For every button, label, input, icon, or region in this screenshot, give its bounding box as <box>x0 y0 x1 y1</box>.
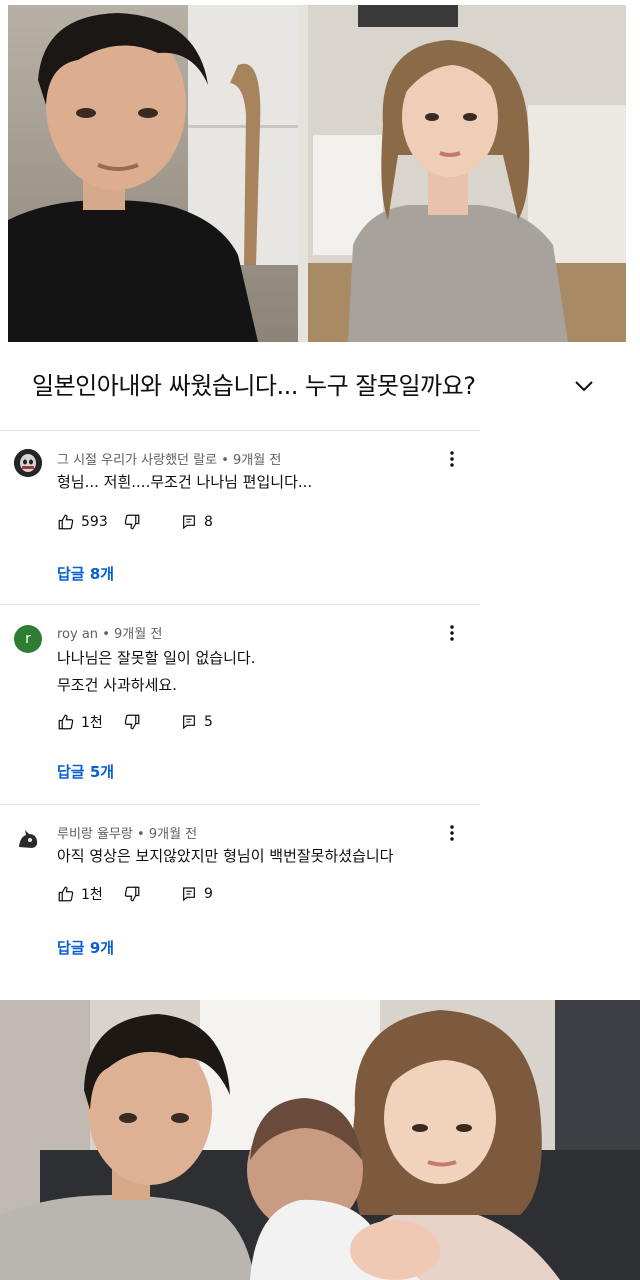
comment-menu-button[interactable] <box>440 447 464 471</box>
meta-separator: • <box>102 627 110 642</box>
comment-text: 아직 영상은 보지않았지만 형님이 백번잘못하셨습니다 <box>57 843 393 870</box>
comment-meta: roy an • 9개월 전 <box>57 623 162 642</box>
comment-line: 무조건 사과하세요. <box>57 676 177 694</box>
comment-actions: 1천 9 <box>57 883 213 905</box>
comment-time: 9개월 전 <box>114 627 163 642</box>
view-replies-link[interactable]: 답글 9개 <box>57 937 114 958</box>
comment-author[interactable]: roy an <box>57 627 98 642</box>
comment-text: 형님... 저흰....무조건 나나님 편입니다... <box>57 469 312 496</box>
comment-line: 형님... 저흰....무조건 나나님 편입니다... <box>57 473 313 491</box>
comment-menu-button[interactable] <box>440 821 464 845</box>
comments-list: 그 시절 우리가 사랑했던 랄로 • 9개월 전 형님... 저흰....무조건… <box>0 430 480 1000</box>
meta-separator: • <box>137 827 145 842</box>
video-scene <box>0 1000 640 1280</box>
like-count: 1천 <box>81 715 103 731</box>
like-count: 1천 <box>81 887 103 903</box>
view-replies-link[interactable]: 답글 8개 <box>57 563 114 584</box>
reply-icon <box>183 715 195 730</box>
thumb-down-icon <box>124 714 140 730</box>
comment-text: 나나님은 잘못할 일이 없습니다. 무조건 사과하세요. <box>57 645 255 699</box>
comment-actions: 593 8 <box>57 511 213 533</box>
chevron-down-icon <box>575 381 593 392</box>
avatar[interactable]: r <box>14 625 42 653</box>
more-vert-icon <box>450 451 454 467</box>
reply-count: 5 <box>204 714 213 730</box>
dislike-button[interactable] <box>123 513 141 531</box>
thumb-down-icon <box>124 886 140 902</box>
dislike-button[interactable] <box>123 713 141 731</box>
reply-count: 9 <box>204 886 213 902</box>
comment-line: 아직 영상은 보지않았지만 형님이 백번잘못하셨습니다 <box>57 847 394 865</box>
view-replies-link[interactable]: 답글 5개 <box>57 761 114 782</box>
like-button[interactable]: 1천 <box>57 712 103 732</box>
thumb-up-icon <box>58 886 74 902</box>
comment-item: r roy an • 9개월 전 나나님은 잘못할 일이 없습니다. 무조건 사… <box>0 604 480 804</box>
like-button[interactable]: 1천 <box>57 884 103 904</box>
comment-actions: 1천 5 <box>57 711 213 733</box>
thumb-down-icon <box>124 514 140 530</box>
avatar-image <box>14 825 42 853</box>
reply-button[interactable]: 9 <box>181 886 213 902</box>
video-title: 일본인아내와 싸웠습니다... 누구 잘못일까요? <box>32 372 476 400</box>
comment-menu-button[interactable] <box>440 621 464 645</box>
comment-author[interactable]: 루비랑 율무랑 <box>57 827 133 842</box>
comment-line: 나나님은 잘못할 일이 없습니다. <box>57 649 256 667</box>
comment-meta: 루비랑 율무랑 • 9개월 전 <box>57 823 197 842</box>
thumb-up-icon <box>58 714 74 730</box>
video-title-row: 일본인아내와 싸웠습니다... 누구 잘못일까요? <box>0 352 640 418</box>
more-vert-icon <box>450 625 454 641</box>
comment-item: 그 시절 우리가 사랑했던 랄로 • 9개월 전 형님... 저흰....무조건… <box>0 430 480 604</box>
reply-icon <box>183 515 195 530</box>
like-button[interactable]: 593 <box>57 513 108 531</box>
meta-separator: • <box>221 453 229 468</box>
video-frame <box>8 5 626 342</box>
thumb-up-icon <box>58 514 74 530</box>
more-vert-icon <box>450 825 454 841</box>
comment-item: 루비랑 율무랑 • 9개월 전 아직 영상은 보지않았지만 형님이 백번잘못하셨… <box>0 804 480 1000</box>
like-count: 593 <box>81 514 108 530</box>
avatar-letter: r <box>25 631 31 647</box>
expand-description-button[interactable] <box>566 368 602 404</box>
avatar-image <box>14 449 42 477</box>
comment-time: 9개월 전 <box>148 827 198 842</box>
reply-count: 8 <box>204 514 213 530</box>
comment-author[interactable]: 그 시절 우리가 사랑했던 랄로 <box>57 453 217 468</box>
reply-button[interactable]: 5 <box>181 714 213 730</box>
avatar[interactable] <box>14 449 42 477</box>
video-thumbnail-bottom[interactable] <box>0 1000 640 1280</box>
avatar[interactable] <box>14 825 42 853</box>
comment-meta: 그 시절 우리가 사랑했던 랄로 • 9개월 전 <box>57 449 281 468</box>
reply-icon <box>183 887 195 902</box>
comment-time: 9개월 전 <box>233 453 282 468</box>
video-scene <box>8 5 626 342</box>
video-thumbnail-top[interactable] <box>0 0 640 342</box>
reply-button[interactable]: 8 <box>181 514 213 530</box>
dislike-button[interactable] <box>123 885 141 903</box>
